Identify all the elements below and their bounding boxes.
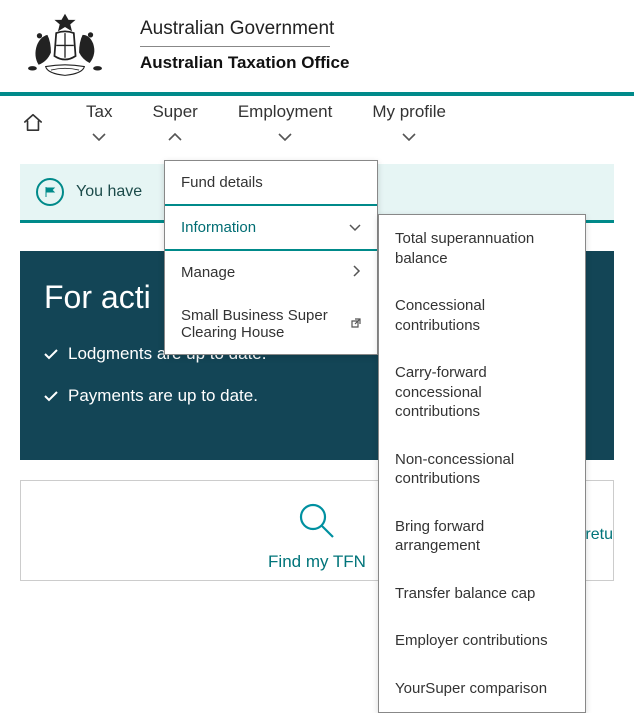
primary-nav: Tax Super Employment My profile	[0, 92, 634, 152]
nav-home[interactable]	[0, 92, 66, 152]
sm-label: Bring forward arrangement	[395, 518, 484, 555]
nav-label: Employment	[238, 102, 332, 122]
title-divider	[140, 46, 330, 47]
sm-label: Non-concessional contributions	[395, 451, 514, 488]
notice-text: You have	[76, 183, 142, 201]
sm-total-super-balance[interactable]: Total superannuation balance	[379, 215, 585, 282]
chevron-up-icon	[168, 126, 182, 146]
tile-label: Find my TFN	[268, 552, 366, 572]
gov-title: Australian Government	[140, 18, 349, 46]
sm-label: Transfer balance cap	[395, 585, 535, 602]
dd-information[interactable]: Information	[165, 204, 377, 251]
chevron-down-icon	[349, 219, 361, 236]
dd-sbsch[interactable]: Small Business Super Clearing House	[165, 294, 377, 354]
status-text: Payments are up to date.	[68, 386, 258, 406]
dd-label: Fund details	[181, 174, 263, 191]
sm-yoursuper[interactable]: YourSuper comparison	[379, 665, 585, 713]
sm-label: Employer contributions	[395, 632, 548, 649]
sm-transfer-balance-cap[interactable]: Transfer balance cap	[379, 570, 585, 618]
chevron-down-icon	[402, 126, 416, 146]
external-link-icon	[350, 316, 361, 333]
sm-bring-forward[interactable]: Bring forward arrangement	[379, 503, 585, 570]
nav-label: Tax	[86, 102, 112, 122]
nav-tax[interactable]: Tax	[66, 96, 132, 152]
nav-super[interactable]: Super	[132, 96, 217, 152]
dd-label: Information	[181, 219, 256, 236]
sm-label: YourSuper comparison	[395, 680, 547, 697]
nav-employment[interactable]: Employment	[218, 96, 352, 152]
nav-label: Super	[152, 102, 197, 122]
nav-label: My profile	[372, 102, 446, 122]
search-icon	[295, 499, 339, 548]
coat-of-arms-icon	[20, 10, 110, 80]
dropdown-super: Fund details Information Manage Small Bu…	[164, 160, 378, 355]
chevron-down-icon	[92, 126, 106, 146]
sm-label: Carry-forward concessional contributions	[395, 364, 487, 420]
sm-employer-contrib[interactable]: Employer contributions	[379, 617, 585, 665]
site-header: Australian Government Australian Taxatio…	[0, 0, 634, 92]
sm-label: Total superannuation balance	[395, 230, 534, 267]
sm-label: Concessional contributions	[395, 297, 485, 334]
sm-non-concessional[interactable]: Non-concessional contributions	[379, 436, 585, 503]
dd-manage[interactable]: Manage	[165, 251, 377, 294]
site-title-block: Australian Government Australian Taxatio…	[140, 18, 349, 73]
flag-icon	[36, 178, 64, 206]
home-icon	[22, 112, 44, 137]
chevron-down-icon	[278, 126, 292, 146]
check-icon	[44, 348, 58, 360]
sm-carry-forward[interactable]: Carry-forward concessional contributions	[379, 349, 585, 436]
agency-title: Australian Taxation Office	[140, 53, 349, 73]
dd-label: Small Business Super Clearing House	[181, 307, 344, 341]
dd-label: Manage	[181, 264, 235, 281]
sm-concessional[interactable]: Concessional contributions	[379, 282, 585, 349]
check-icon	[44, 390, 58, 402]
submenu-information: Total superannuation balance Concessiona…	[378, 214, 586, 713]
chevron-right-icon	[353, 264, 361, 281]
nav-my-profile[interactable]: My profile	[352, 96, 466, 152]
dd-fund-details[interactable]: Fund details	[165, 161, 377, 204]
